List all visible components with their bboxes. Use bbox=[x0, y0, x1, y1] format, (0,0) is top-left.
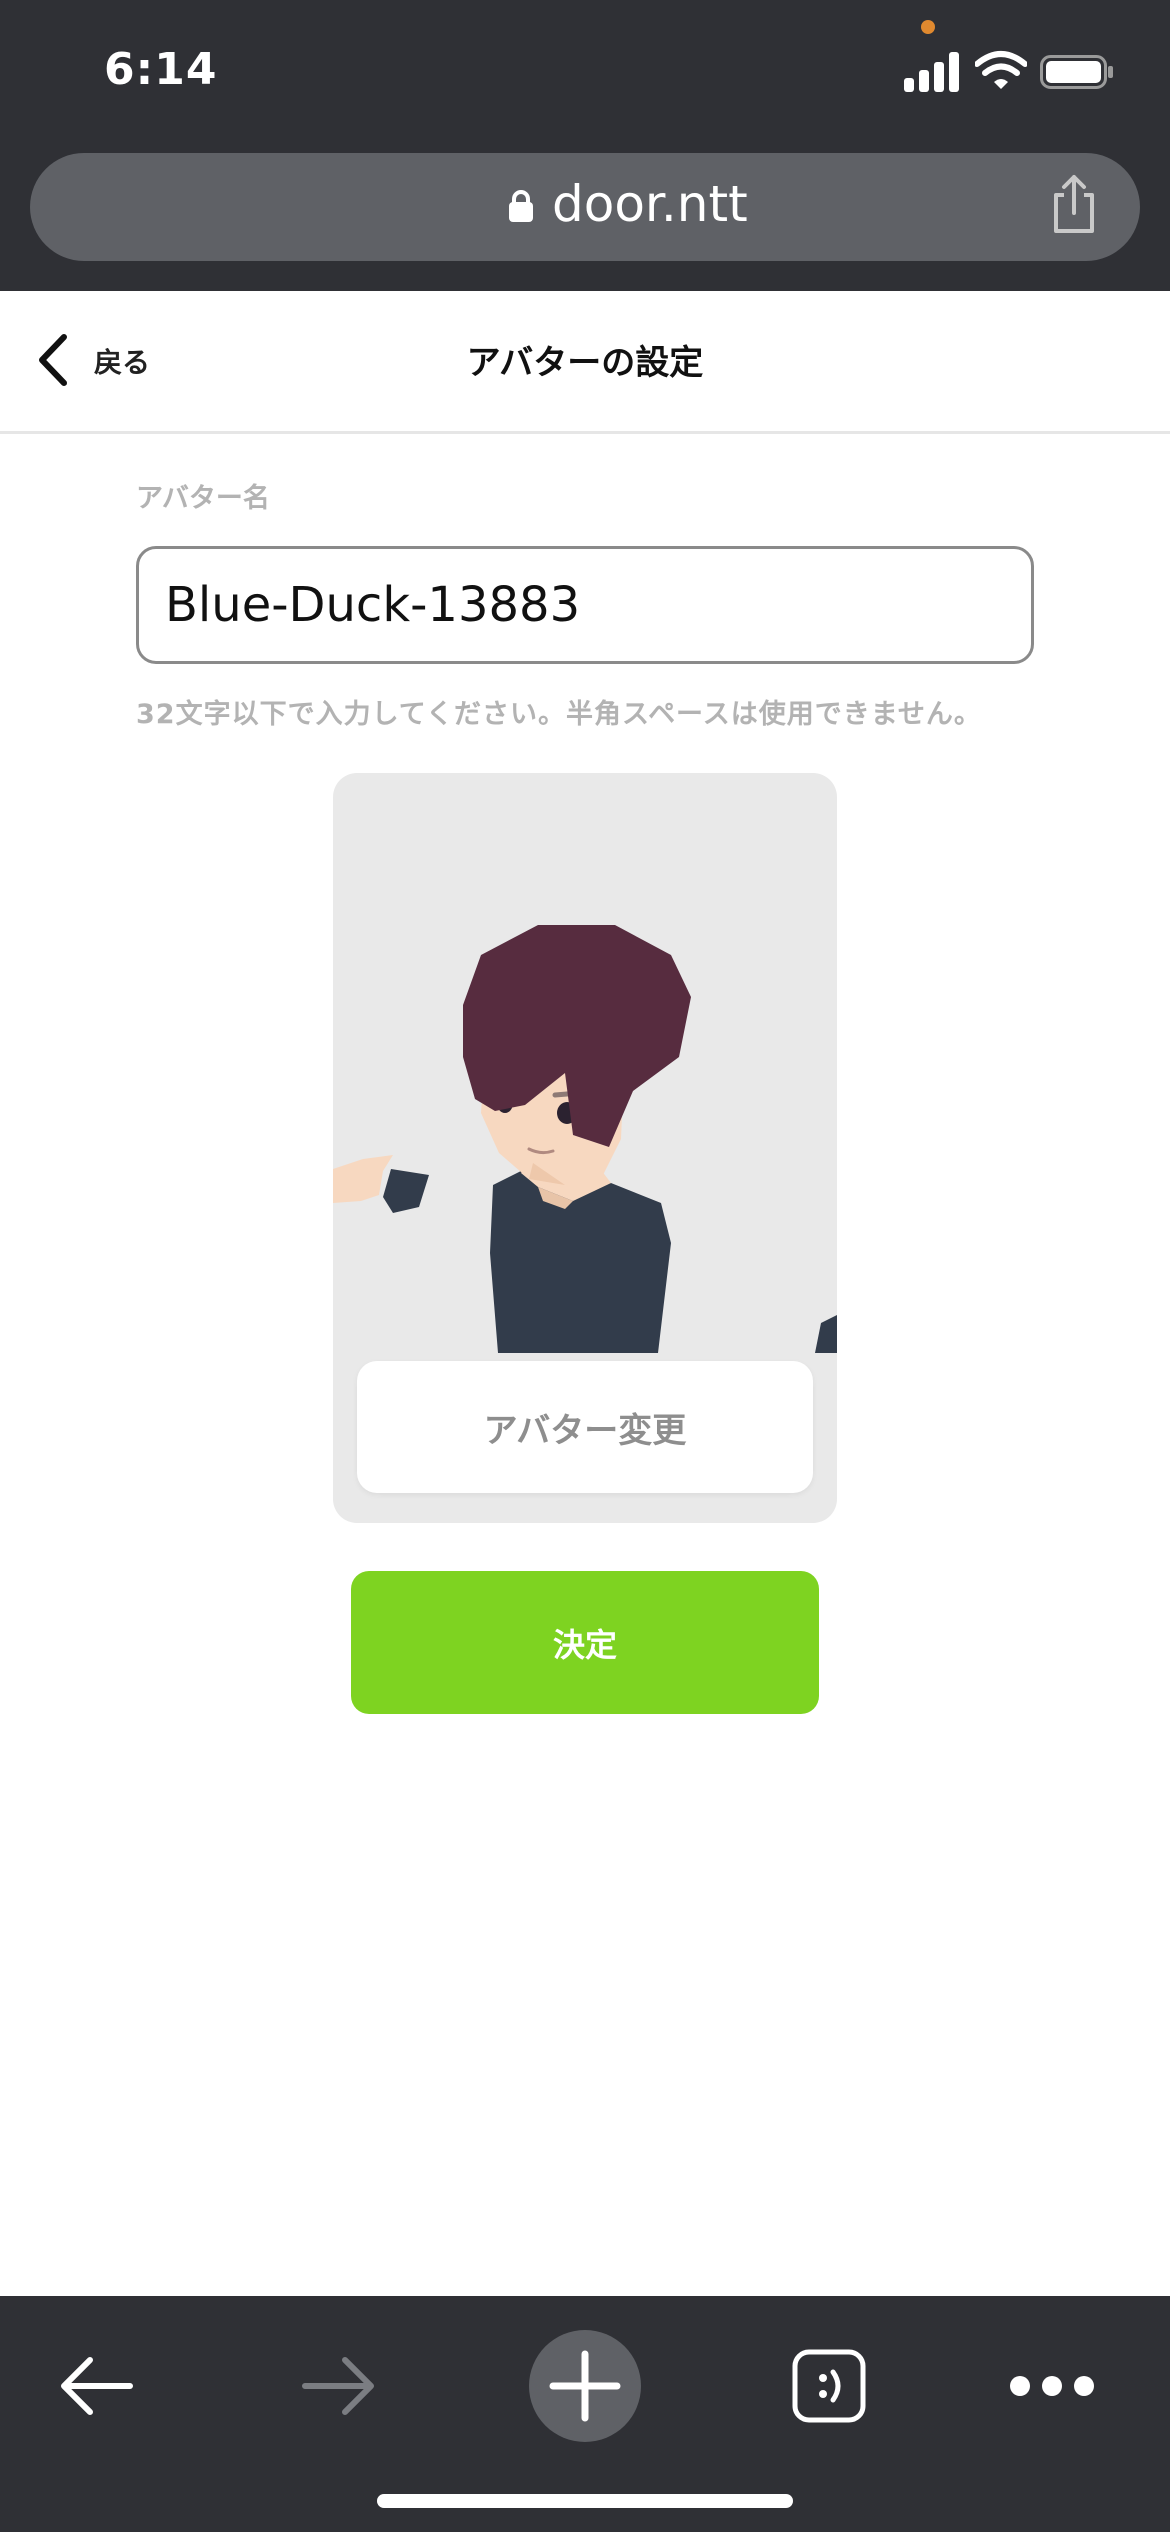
avatar-name-input[interactable] bbox=[136, 546, 1034, 664]
more-icon bbox=[1010, 2376, 1094, 2396]
forward-nav-button[interactable] bbox=[279, 2326, 399, 2446]
more-button[interactable] bbox=[992, 2326, 1112, 2446]
avatar-name-hint: 32文字以下で入力してください。半角スペースは使用できません。 bbox=[136, 699, 982, 730]
status-time: 6:14 bbox=[104, 44, 218, 95]
back-nav-button[interactable] bbox=[36, 2326, 156, 2446]
url-domain: door.ntt bbox=[552, 175, 748, 233]
tabs-icon bbox=[792, 2349, 866, 2423]
browser-top-chrome: 6:14 door.ntt bbox=[0, 0, 1170, 291]
confirm-button[interactable]: 決定 bbox=[351, 1571, 819, 1714]
avatar-name-label: アバター名 bbox=[136, 483, 270, 514]
page-title: アバターの設定 bbox=[466, 343, 704, 383]
new-tab-button[interactable] bbox=[525, 2326, 645, 2446]
address-bar[interactable]: door.ntt bbox=[30, 153, 1140, 261]
avatar-preview-card: アバター変更 bbox=[333, 773, 837, 1523]
cellular-signal-icon bbox=[904, 52, 960, 92]
share-icon[interactable] bbox=[1048, 173, 1100, 237]
plus-icon bbox=[529, 2330, 641, 2442]
lock-icon bbox=[509, 190, 533, 222]
wifi-icon bbox=[975, 51, 1027, 89]
change-avatar-button[interactable]: アバター変更 bbox=[357, 1361, 813, 1493]
home-indicator bbox=[377, 2494, 793, 2508]
avatar-illustration bbox=[333, 925, 837, 1353]
privacy-indicator-dot bbox=[921, 20, 935, 34]
arrow-right-icon bbox=[302, 2357, 374, 2415]
tabs-button[interactable] bbox=[769, 2326, 889, 2446]
browser-bottom-toolbar bbox=[0, 2296, 1170, 2532]
arrow-left-icon bbox=[61, 2357, 133, 2415]
page-header: 戻る アバターの設定 bbox=[0, 291, 1170, 434]
battery-icon bbox=[1040, 55, 1113, 89]
